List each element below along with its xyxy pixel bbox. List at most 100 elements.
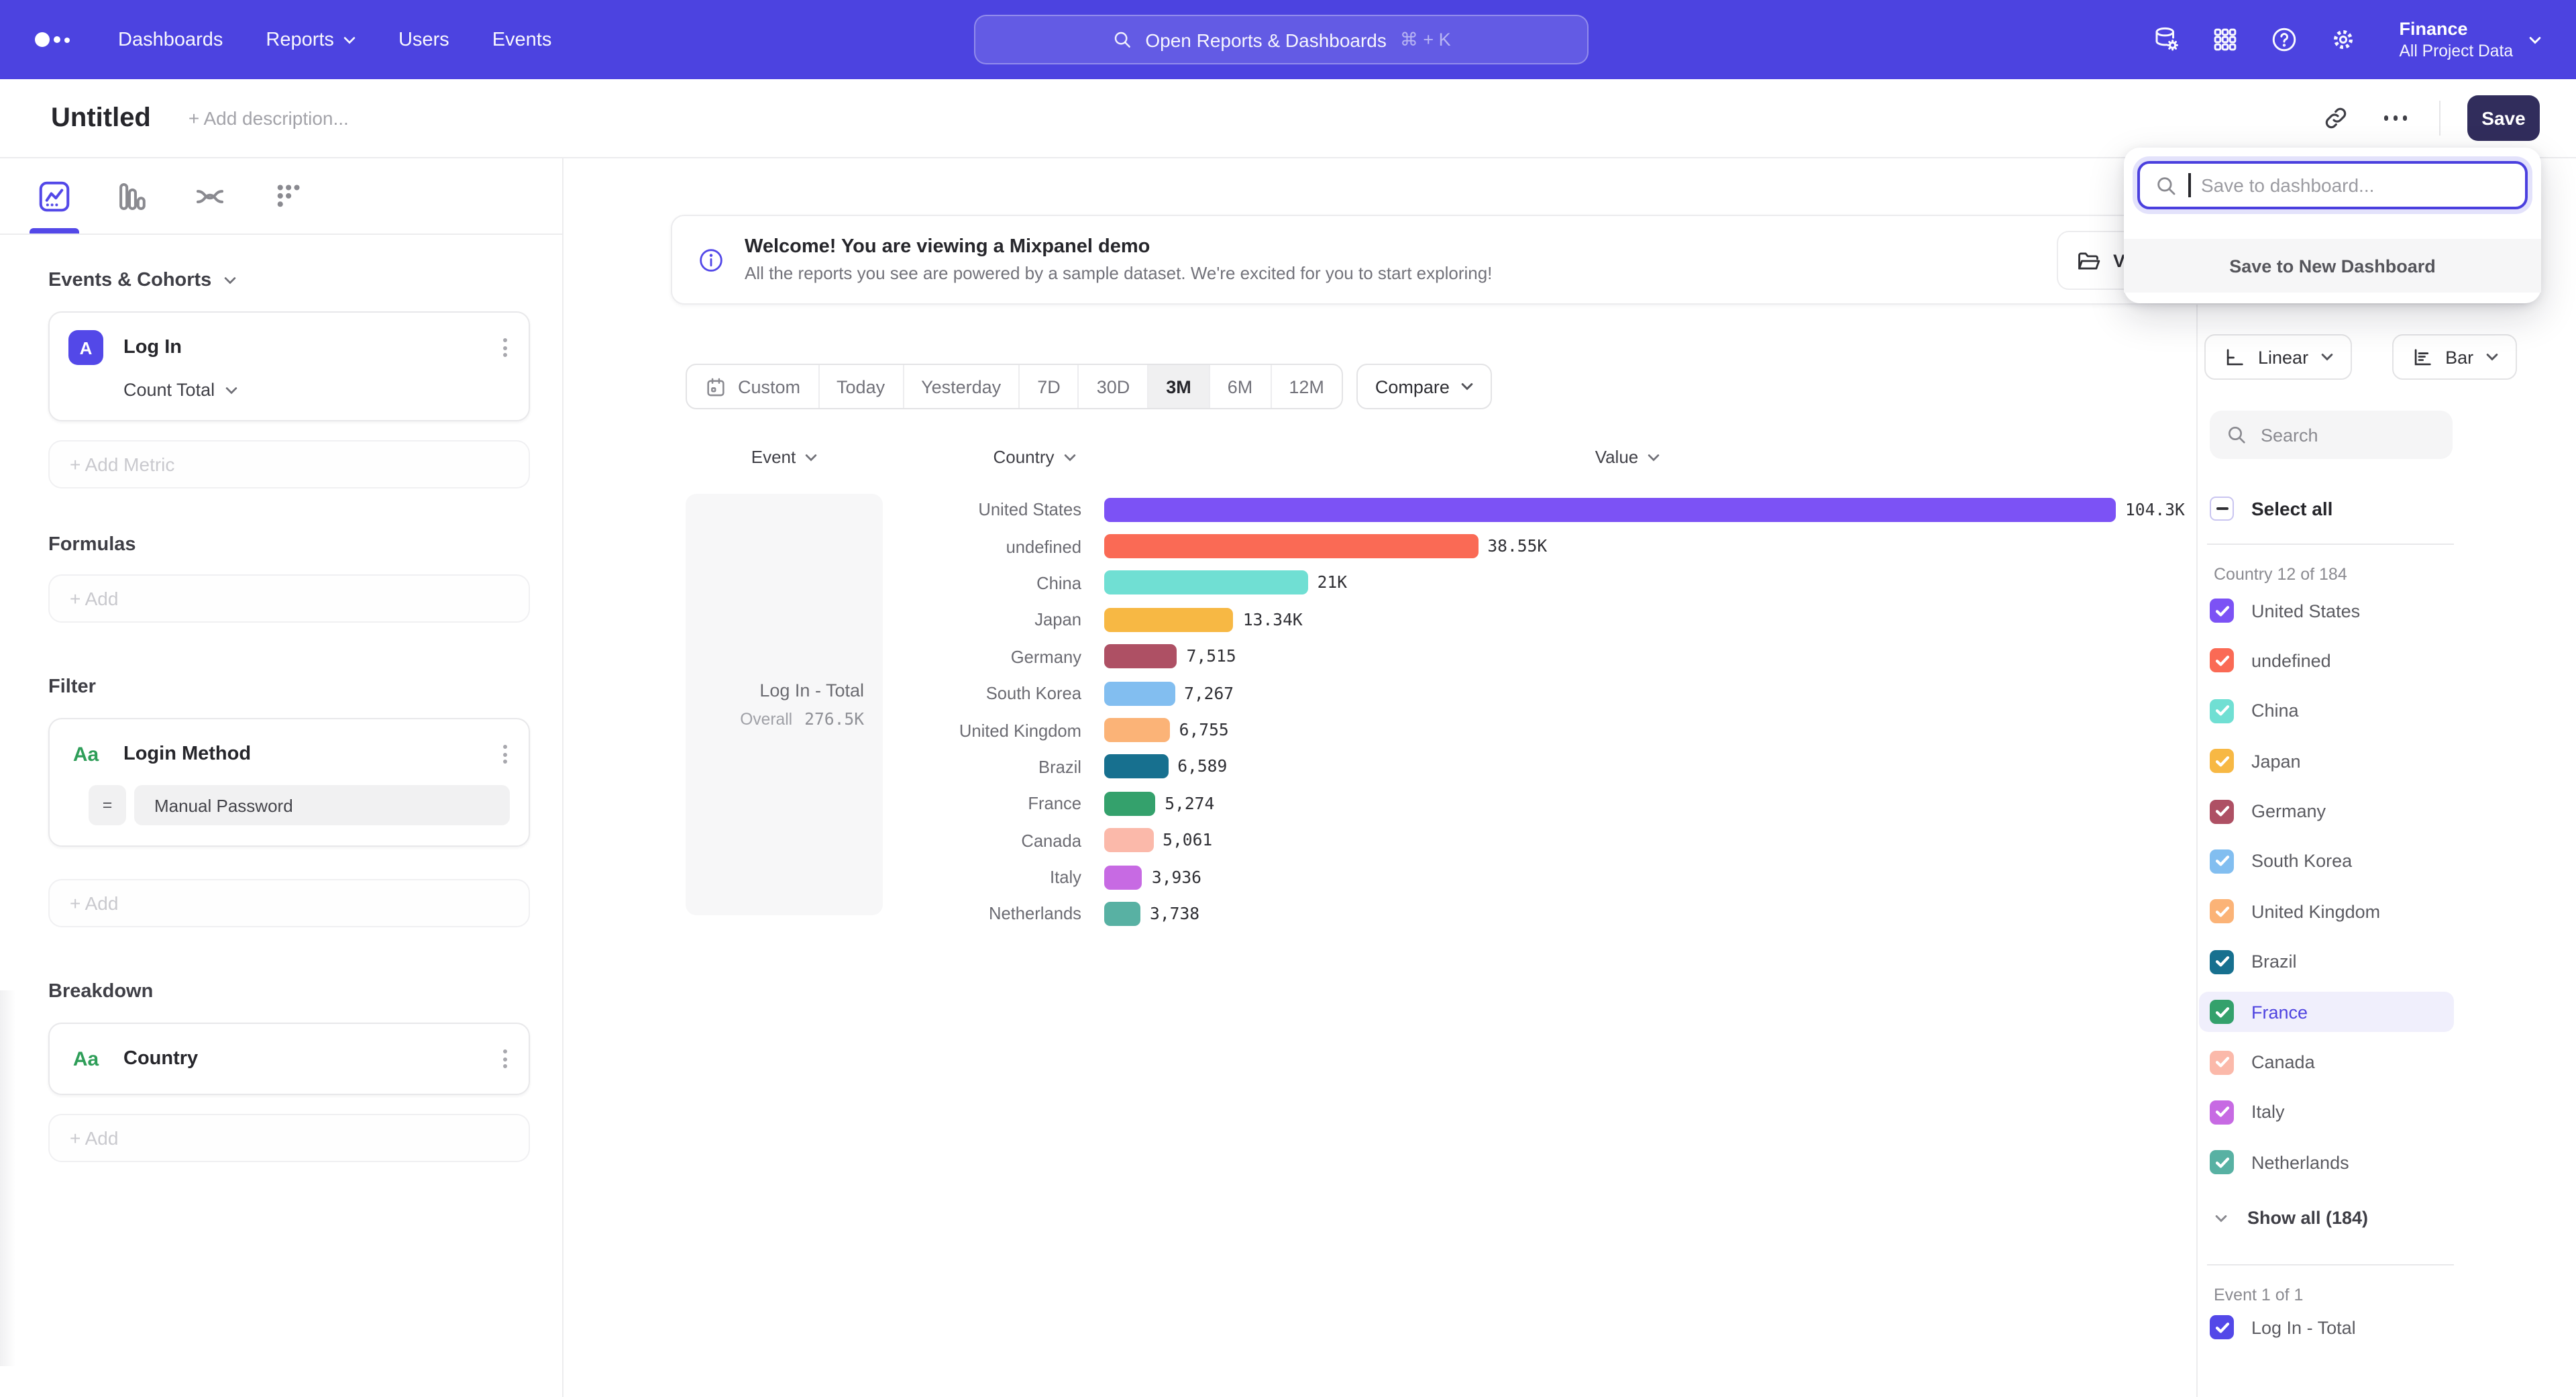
- filter-value[interactable]: Manual Password: [134, 785, 510, 825]
- search-icon: [2226, 424, 2247, 446]
- range-6m[interactable]: 6M: [1210, 365, 1272, 408]
- bar-segment[interactable]: [1104, 718, 1170, 742]
- bar-segment[interactable]: [1104, 865, 1142, 889]
- filter-operator[interactable]: =: [89, 785, 126, 825]
- add-formula-button[interactable]: + Add: [48, 574, 530, 623]
- range-12m[interactable]: 12M: [1271, 365, 1342, 408]
- breakdown-card[interactable]: Aa Country: [48, 1023, 530, 1095]
- select-all-checkbox[interactable]: [2210, 497, 2234, 521]
- chart-type-selector[interactable]: Bar: [2392, 334, 2516, 380]
- breakdown-property-name[interactable]: Country: [123, 1048, 198, 1070]
- bar-segment[interactable]: [1104, 792, 1155, 816]
- segment-search-input[interactable]: Search: [2210, 411, 2453, 459]
- country-checkbox[interactable]: [2210, 649, 2234, 673]
- nav-reports[interactable]: Reports: [266, 29, 356, 50]
- filter-card[interactable]: Aa Login Method = Manual Password: [48, 718, 530, 847]
- chart-row: France5,274: [883, 785, 2196, 822]
- country-checkbox[interactable]: [2210, 749, 2234, 773]
- project-switcher[interactable]: Finance All Project Data: [2400, 19, 2542, 60]
- bar-segment[interactable]: [1104, 828, 1153, 852]
- select-all-row[interactable]: Select all: [2210, 497, 2332, 521]
- country-checkbox-row[interactable]: Netherlands: [2199, 1143, 2454, 1183]
- range-yesterday[interactable]: Yesterday: [904, 365, 1020, 408]
- save-button[interactable]: Save: [2467, 95, 2540, 141]
- events-cohorts-section[interactable]: Events & Cohorts: [48, 270, 530, 291]
- filter-kebab-menu[interactable]: [500, 741, 510, 766]
- compare-button[interactable]: Compare: [1356, 364, 1493, 409]
- country-checkbox[interactable]: [2210, 1100, 2234, 1125]
- scale-selector[interactable]: Linear: [2204, 334, 2351, 380]
- mixpanel-logo[interactable]: [35, 32, 70, 47]
- metric-card[interactable]: A Log In Count Total: [48, 311, 530, 421]
- breakdown-kebab-menu[interactable]: [500, 1046, 510, 1071]
- country-checkbox-row[interactable]: Canada: [2199, 1042, 2454, 1082]
- show-all-button[interactable]: Show all (184): [2215, 1208, 2368, 1228]
- filter-property-name[interactable]: Login Method: [123, 743, 251, 765]
- bar-segment[interactable]: [1104, 534, 1478, 558]
- data-management-icon[interactable]: [2153, 25, 2181, 54]
- settings-gear-icon[interactable]: [2330, 25, 2358, 54]
- metric-event-name[interactable]: Log In: [123, 337, 182, 358]
- metric-kebab-menu[interactable]: [500, 335, 510, 360]
- bar-segment[interactable]: [1104, 681, 1175, 705]
- value-column-header[interactable]: Value: [1104, 447, 2151, 467]
- nav-users[interactable]: Users: [398, 29, 449, 50]
- country-checkbox-row[interactable]: China: [2199, 691, 2454, 731]
- save-dashboard-search-input[interactable]: Save to dashboard...: [2137, 161, 2528, 209]
- event-checkbox-row[interactable]: Log In - Total: [2210, 1315, 2356, 1339]
- tab-insights[interactable]: [36, 178, 72, 214]
- country-checkbox[interactable]: [2210, 1000, 2234, 1024]
- range-today[interactable]: Today: [819, 365, 904, 408]
- nav-dashboards[interactable]: Dashboards: [118, 29, 223, 50]
- bar-segment[interactable]: [1104, 645, 1177, 669]
- country-checkbox[interactable]: [2210, 900, 2234, 924]
- nav-events[interactable]: Events: [492, 29, 552, 50]
- range-custom[interactable]: Custom: [687, 365, 819, 408]
- country-checkbox[interactable]: [2210, 1151, 2234, 1175]
- country-checkbox-row[interactable]: Japan: [2199, 741, 2454, 781]
- tab-funnels[interactable]: [114, 178, 150, 214]
- country-checkbox[interactable]: [2210, 949, 2234, 974]
- tab-retention[interactable]: [270, 178, 306, 214]
- country-checkbox[interactable]: [2210, 699, 2234, 723]
- event-column-header[interactable]: Event: [686, 447, 883, 467]
- country-checkbox-row[interactable]: Brazil: [2199, 941, 2454, 982]
- country-checkbox[interactable]: [2210, 849, 2234, 874]
- add-breakdown-button[interactable]: + Add: [48, 1114, 530, 1162]
- divider: [2207, 1264, 2454, 1265]
- bar-segment[interactable]: [1104, 902, 1140, 926]
- global-search[interactable]: Open Reports & Dashboards ⌘ + K: [974, 15, 1589, 64]
- help-icon[interactable]: [2271, 25, 2299, 54]
- range-7d[interactable]: 7D: [1020, 365, 1079, 408]
- chart-row: undefined38.55K: [883, 528, 2196, 565]
- country-checkbox-row[interactable]: South Korea: [2199, 841, 2454, 882]
- event-checkbox[interactable]: [2210, 1315, 2234, 1339]
- bar-segment[interactable]: [1104, 608, 1234, 632]
- bar-segment[interactable]: [1104, 755, 1168, 779]
- chevron-down-icon: [2320, 353, 2332, 361]
- bar-segment[interactable]: [1104, 571, 1308, 595]
- bar-chart: Event Country Value Log In - Total Overa…: [686, 447, 2196, 932]
- report-title[interactable]: Untitled: [51, 103, 151, 134]
- apps-grid-icon[interactable]: [2212, 25, 2240, 54]
- copy-link-icon[interactable]: [2322, 105, 2349, 132]
- bar-segment[interactable]: [1104, 497, 2116, 521]
- more-actions-button[interactable]: [2383, 116, 2407, 121]
- add-filter-button[interactable]: + Add: [48, 879, 530, 927]
- country-checkbox-row[interactable]: United States: [2199, 590, 2454, 631]
- save-to-new-dashboard-item[interactable]: Save to New Dashboard: [2124, 239, 2541, 293]
- range-30d[interactable]: 30D: [1079, 365, 1149, 408]
- country-checkbox-row[interactable]: United Kingdom: [2199, 892, 2454, 932]
- country-checkbox-row[interactable]: undefined: [2199, 641, 2454, 681]
- country-checkbox[interactable]: [2210, 1050, 2234, 1074]
- country-checkbox-row[interactable]: Germany: [2199, 791, 2454, 831]
- country-checkbox[interactable]: [2210, 599, 2234, 623]
- country-checkbox-row[interactable]: France: [2199, 992, 2454, 1032]
- aggregation-selector[interactable]: Count Total: [123, 380, 510, 400]
- country-checkbox-row[interactable]: Italy: [2199, 1092, 2454, 1133]
- country-checkbox[interactable]: [2210, 799, 2234, 823]
- range-3m-active[interactable]: 3M: [1148, 365, 1210, 408]
- add-description[interactable]: + Add description...: [189, 107, 349, 129]
- tab-flows[interactable]: [192, 178, 228, 214]
- add-metric-button[interactable]: + Add Metric: [48, 440, 530, 488]
